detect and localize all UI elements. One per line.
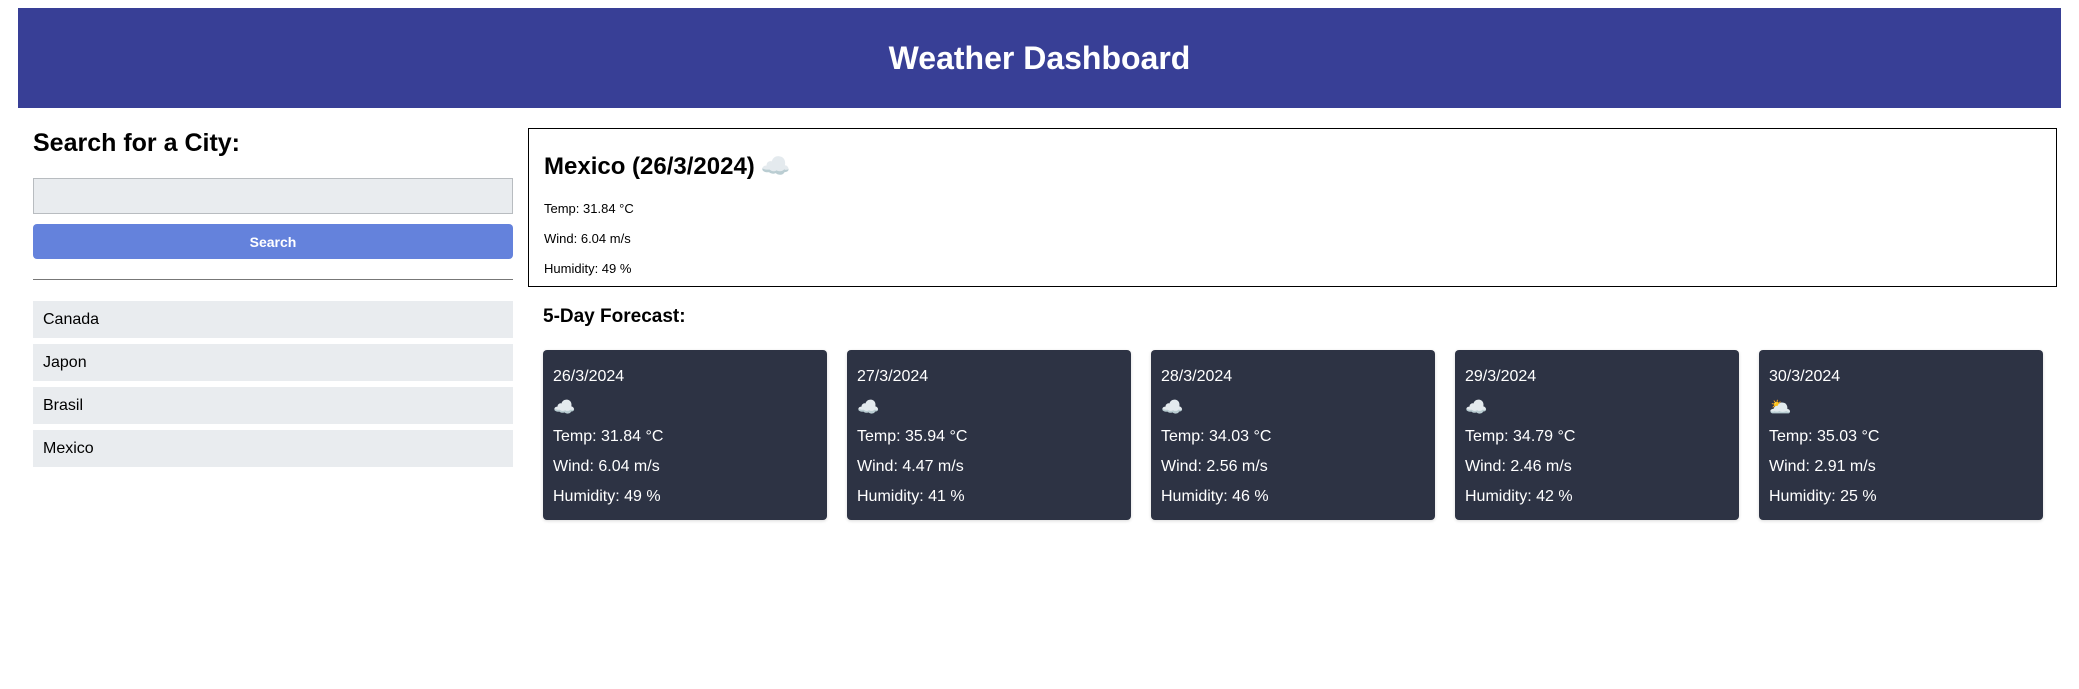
forecast-date: 28/3/2024 [1161, 368, 1233, 385]
forecast-date: 29/3/2024 [1465, 368, 1537, 385]
forecast-wind: Wind: 2.46 m/s [1465, 458, 1572, 475]
history-item-mexico[interactable]: Mexico [33, 430, 513, 467]
forecast-wind: Wind: 6.04 m/s [553, 458, 660, 475]
forecast-card: 28/3/2024 ☁️ Temp: 34.03 °C Wind: 2.56 m… [1151, 350, 1435, 520]
forecast-temp: Temp: 35.94 °C [857, 428, 968, 445]
forecast-wind: Wind: 2.56 m/s [1161, 458, 1268, 475]
history-item-canada[interactable]: Canada [33, 301, 513, 338]
search-heading: Search for a City: [33, 129, 241, 157]
forecast-card: 26/3/2024 ☁️ Temp: 31.84 °C Wind: 6.04 m… [543, 350, 827, 520]
forecast-humidity: Humidity: 42 % [1465, 488, 1573, 505]
forecast-humidity: Humidity: 25 % [1769, 488, 1877, 505]
search-history-list: Canada Japon Brasil Mexico [33, 301, 513, 467]
forecast-temp: Temp: 31.84 °C [553, 428, 664, 445]
sidebar: Search for a City: Search Canada Japon B… [33, 128, 513, 473]
forecast-card: 27/3/2024 ☁️ Temp: 35.94 °C Wind: 4.47 m… [847, 350, 1131, 520]
sun-behind-cloud-icon: 🌥️ [1769, 397, 1792, 417]
forecast-temp: Temp: 34.03 °C [1161, 428, 1272, 445]
current-humidity: Humidity: 49 % [544, 261, 632, 276]
city-search-input[interactable] [33, 178, 513, 214]
current-temp: Temp: 31.84 °C [544, 201, 634, 216]
forecast-humidity: Humidity: 49 % [553, 488, 661, 505]
forecast-date: 30/3/2024 [1769, 368, 1841, 385]
cloud-icon: ☁️ [760, 153, 791, 180]
cloud-icon: ☁️ [553, 397, 576, 417]
forecast-cards: 26/3/2024 ☁️ Temp: 31.84 °C Wind: 6.04 m… [543, 350, 2043, 520]
current-city-title: Mexico (26/3/2024) [544, 153, 755, 180]
forecast-humidity: Humidity: 46 % [1161, 488, 1269, 505]
cloud-icon: ☁️ [1465, 397, 1488, 417]
current-weather-panel: Mexico (26/3/2024) ☁️ Temp: 31.84 °C Win… [528, 128, 2057, 287]
cloud-icon: ☁️ [857, 397, 880, 417]
cloud-icon: ☁️ [1161, 397, 1184, 417]
history-item-japon[interactable]: Japon [33, 344, 513, 381]
forecast-humidity: Humidity: 41 % [857, 488, 965, 505]
history-item-brasil[interactable]: Brasil [33, 387, 513, 424]
page-title: Weather Dashboard [888, 39, 1191, 76]
page-header: Weather Dashboard [18, 8, 2061, 108]
forecast-temp: Temp: 35.03 °C [1769, 428, 1880, 445]
forecast-title: 5-Day Forecast: [543, 306, 686, 327]
forecast-date: 26/3/2024 [553, 368, 625, 385]
forecast-wind: Wind: 2.91 m/s [1769, 458, 1876, 475]
forecast-wind: Wind: 4.47 m/s [857, 458, 964, 475]
forecast-card: 30/3/2024 🌥️ Temp: 35.03 °C Wind: 2.91 m… [1759, 350, 2043, 520]
divider [33, 279, 513, 280]
forecast-date: 27/3/2024 [857, 368, 929, 385]
search-button[interactable]: Search [33, 224, 513, 259]
current-weather-heading: Mexico (26/3/2024) ☁️ [544, 152, 2041, 182]
forecast-card: 29/3/2024 ☁️ Temp: 34.79 °C Wind: 2.46 m… [1455, 350, 1739, 520]
current-wind: Wind: 6.04 m/s [544, 231, 631, 246]
forecast-temp: Temp: 34.79 °C [1465, 428, 1576, 445]
